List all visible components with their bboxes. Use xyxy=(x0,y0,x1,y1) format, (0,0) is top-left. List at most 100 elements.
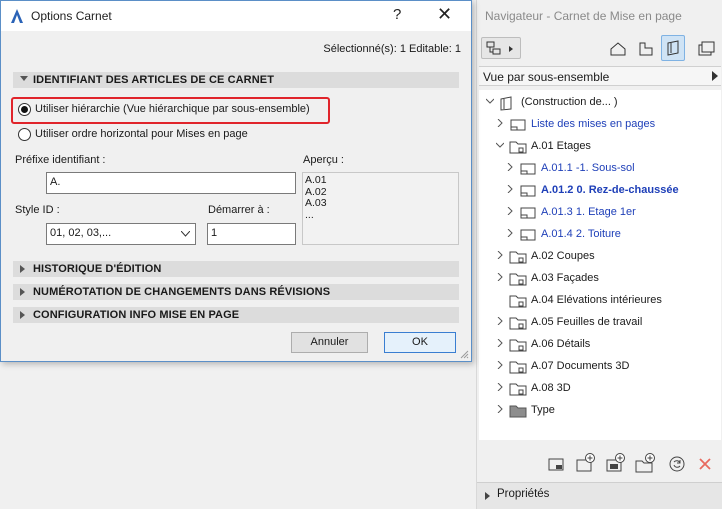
tree-item-layout-list[interactable]: Liste des mises en pages xyxy=(479,114,719,136)
preview-line: A.02 xyxy=(305,185,327,198)
view-map-button[interactable] xyxy=(633,37,657,59)
tree-label: A.08 3D xyxy=(531,382,571,394)
navigator-action-bar xyxy=(477,446,722,480)
publisher-button[interactable] xyxy=(693,37,717,59)
chevron-right-icon xyxy=(497,317,503,325)
tree-label: A.01.2 0. Rez-de-chaussée xyxy=(541,184,679,196)
properties-section[interactable]: Propriétés xyxy=(477,482,722,509)
add-master-icon[interactable] xyxy=(605,452,627,474)
update-icon[interactable] xyxy=(667,454,687,474)
layout-book-icon xyxy=(500,96,512,111)
chevron-down-icon xyxy=(20,76,28,81)
tree-label: A.01 Etages xyxy=(531,140,591,152)
chevron-right-icon xyxy=(20,288,25,296)
start-input[interactable]: 1 xyxy=(207,223,296,245)
cancel-button[interactable]: Annuler xyxy=(291,332,368,353)
tree-label: A.07 Documents 3D xyxy=(531,360,630,372)
tree-item-subset[interactable]: A.06 Détails xyxy=(479,334,719,356)
ok-button[interactable]: OK xyxy=(384,332,456,353)
chevron-right-icon xyxy=(497,339,503,347)
add-layout-icon[interactable] xyxy=(575,452,597,474)
options-dialog: Options Carnet ? ✕ Sélectionné(s): 1 Edi… xyxy=(0,0,472,362)
chevron-right-icon xyxy=(20,311,25,319)
tree-item-layout[interactable]: A.01.1 -1. Sous-sol xyxy=(479,158,719,180)
view-selector-dropdown[interactable]: Vue par sous-ensemble xyxy=(479,66,721,86)
new-layout-icon[interactable] xyxy=(547,454,567,474)
navigator-title: Navigateur - Carnet de Mise en page xyxy=(485,9,682,23)
section-title: HISTORIQUE D'ÉDITION xyxy=(33,263,162,275)
tree-label: A.01.3 1. Etage 1er xyxy=(541,206,636,218)
tree-label: A.02 Coupes xyxy=(531,250,595,262)
section-config-header[interactable]: CONFIGURATION INFO MISE EN PAGE xyxy=(13,307,459,323)
tree-label: A.03 Façades xyxy=(531,272,599,284)
navigator-menu-button[interactable] xyxy=(481,37,521,59)
view-map-icon xyxy=(639,42,653,56)
layout-icon xyxy=(520,185,536,197)
chevron-right-icon xyxy=(497,383,503,391)
tree-label: Type xyxy=(531,404,555,416)
help-button[interactable]: ? xyxy=(393,6,401,23)
layout-tree: (Construction de... ) Liste des mises en… xyxy=(479,90,721,440)
chevron-right-icon xyxy=(20,265,25,273)
tree-item-subset[interactable]: A.02 Coupes xyxy=(479,246,719,268)
chevron-right-icon xyxy=(507,229,513,237)
folder-icon xyxy=(509,295,527,308)
preview-line: ... xyxy=(305,208,314,221)
navigator-panel: Navigateur - Carnet de Mise en page Vue … xyxy=(476,0,722,509)
folder-icon xyxy=(509,317,527,330)
tree-label: (Construction de... ) xyxy=(521,96,618,108)
chevron-right-icon xyxy=(712,71,718,81)
radio-hierarchy[interactable] xyxy=(18,103,31,116)
tree-label: A.01.4 2. Toiture xyxy=(541,228,621,240)
tree-item-subset[interactable]: A.05 Feuilles de travail xyxy=(479,312,719,334)
chevron-right-icon xyxy=(507,207,513,215)
section-title: IDENTIFIANT DES ARTICLES DE CE CARNET xyxy=(33,74,275,86)
chevron-right-icon xyxy=(497,251,503,259)
chevron-down-icon xyxy=(181,231,190,237)
selection-info: Sélectionné(s): 1 Editable: 1 xyxy=(323,43,461,55)
tree-label: A.05 Feuilles de travail xyxy=(531,316,643,328)
tree-item-subset[interactable]: A.04 Elévations intérieures xyxy=(479,290,719,312)
folder-icon xyxy=(509,361,527,374)
preview-line: A.01 xyxy=(305,174,327,186)
tree-item-layout[interactable]: A.01.4 2. Toiture xyxy=(479,224,719,246)
tree-item-subset[interactable]: A.08 3D xyxy=(479,378,719,400)
tree-item-layout[interactable]: A.01.3 1. Etage 1er xyxy=(479,202,719,224)
layout-book-icon xyxy=(667,40,679,56)
resize-grip-icon[interactable] xyxy=(459,349,469,359)
start-label: Démarrer à : xyxy=(208,204,270,216)
tree-item-subset[interactable]: A.07 Documents 3D xyxy=(479,356,719,378)
prefix-input[interactable]: A. xyxy=(46,172,296,194)
style-select[interactable]: 01, 02, 03,... xyxy=(46,223,196,245)
folder-icon xyxy=(509,141,527,154)
section-history-header[interactable]: HISTORIQUE D'ÉDITION xyxy=(13,261,459,277)
section-identifier-header[interactable]: IDENTIFIANT DES ARTICLES DE CE CARNET xyxy=(13,72,459,88)
tree-item-layout-selected[interactable]: A.01.2 0. Rez-de-chaussée xyxy=(479,180,719,202)
tree-item-root[interactable]: (Construction de... ) xyxy=(479,92,719,114)
radio-horizontal-label: Utiliser ordre horizontal pour Mises en … xyxy=(35,128,248,140)
style-value: 01, 02, 03,... xyxy=(50,227,112,239)
project-map-button[interactable] xyxy=(605,37,629,59)
layout-icon xyxy=(520,207,536,219)
folder-icon xyxy=(509,339,527,352)
house-icon xyxy=(610,42,626,56)
layout-book-button[interactable] xyxy=(661,35,685,61)
app-logo-icon xyxy=(11,9,23,23)
dialog-title: Options Carnet xyxy=(31,9,112,23)
chevron-down-icon xyxy=(486,98,494,104)
chevron-right-icon xyxy=(507,185,513,193)
tree-item-subset[interactable]: A.01 Etages xyxy=(479,136,719,158)
radio-hierarchy-label: Utiliser hiérarchie (Vue hiérarchique pa… xyxy=(35,103,310,115)
radio-horizontal[interactable] xyxy=(18,128,31,141)
dialog-titlebar[interactable]: Options Carnet ? ✕ xyxy=(1,1,471,31)
add-subset-icon[interactable] xyxy=(635,452,657,474)
close-button[interactable]: ✕ xyxy=(437,4,452,25)
tree-item-type-folder[interactable]: Type xyxy=(479,400,719,422)
preview-box: A.01 A.02 A.03 ... xyxy=(302,172,459,245)
properties-label: Propriétés xyxy=(497,488,550,500)
section-numbering-header[interactable]: NUMÉROTATION DE CHANGEMENTS DANS RÉVISIO… xyxy=(13,284,459,300)
delete-icon[interactable] xyxy=(697,456,713,472)
chevron-right-icon xyxy=(497,273,503,281)
style-label: Style ID : xyxy=(15,204,60,216)
tree-item-subset[interactable]: A.03 Façades xyxy=(479,268,719,290)
